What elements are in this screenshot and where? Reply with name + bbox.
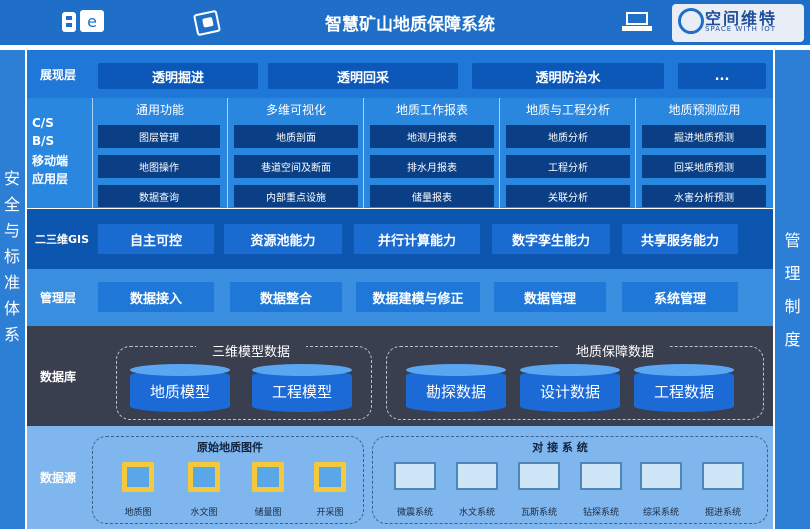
app-column-item: 地质分析 — [506, 125, 630, 148]
app-column-title: 通用功能 — [135, 102, 184, 117]
db-cylinder: 地质模型 — [130, 370, 230, 412]
presentation-layer-label: 展现层 — [39, 67, 76, 82]
app-column-item: 地质剖面 — [234, 125, 358, 148]
monitor-e-icon: e — [80, 10, 104, 32]
left-side-char: 系 — [3, 325, 20, 344]
presentation-item: 透明防治水 — [472, 63, 664, 89]
map-picture-icon — [314, 462, 346, 492]
application-label-line: 移动端 — [32, 154, 69, 168]
management-item: 数据接入 — [98, 282, 214, 312]
gis-layer-label: 二三维GIS — [34, 233, 90, 246]
monitor-icon — [518, 462, 560, 490]
map-picture-icon — [122, 462, 154, 492]
app-column-item: 图层管理 — [98, 125, 220, 148]
app-column-title: 地质工作报表 — [395, 102, 468, 117]
app-column-title: 多维可视化 — [265, 102, 326, 117]
monitor-icon — [456, 462, 498, 490]
right-side-char: 理 — [784, 263, 801, 283]
management-item: 数据整合 — [230, 282, 342, 312]
source-item-label: 综采系统 — [642, 507, 679, 518]
db-cylinder: 勘探数据 — [406, 370, 506, 412]
app-column-item: 储量报表 — [370, 185, 494, 207]
management-item: 系统管理 — [622, 282, 738, 312]
source-item-label: 地质图 — [124, 507, 152, 518]
app-column-item: 数据查询 — [98, 185, 220, 207]
source-item-label: 微震系统 — [396, 507, 433, 518]
app-column-title: 地质预测应用 — [668, 102, 741, 117]
left-side-char: 与 — [3, 221, 20, 240]
app-column-item: 排水月报表 — [370, 155, 494, 178]
source-item-label: 水文系统 — [458, 507, 495, 518]
gis-item: 共享服务能力 — [622, 224, 738, 254]
db-cylinder-top — [252, 364, 352, 376]
app-column-item: 水害分析预测 — [642, 185, 766, 207]
left-side-char: 准 — [3, 273, 20, 292]
monitor-icon — [394, 462, 436, 490]
presentation-item: ... — [678, 63, 766, 89]
application-label-line: C/S — [32, 116, 54, 130]
presentation-item: 透明回采 — [268, 63, 458, 89]
source-group-title: 原始地质图件 — [197, 441, 263, 454]
server-icon — [62, 12, 76, 32]
app-column-item: 地图操作 — [98, 155, 220, 178]
page-title: 智慧矿山地质保障系统 — [325, 15, 495, 35]
app-column-item: 内部重点设施 — [234, 185, 358, 207]
gis-item: 并行计算能力 — [354, 224, 480, 254]
database-layer-label: 数据库 — [39, 369, 76, 384]
db-cylinder-top — [130, 364, 230, 376]
right-side-char: 度 — [784, 329, 801, 349]
right-side-label: 管 理 制 度 — [775, 222, 810, 354]
app-column-item: 关联分析 — [506, 185, 630, 207]
db-cylinder-top — [634, 364, 734, 376]
map-picture-icon — [188, 462, 220, 492]
app-column-item: 回采地质预测 — [642, 155, 766, 178]
db-cylinder-top — [406, 364, 506, 376]
application-label-line: B/S — [32, 134, 55, 148]
source-item-label: 掘进系统 — [704, 507, 741, 518]
brand-logo-icon — [678, 8, 704, 34]
source-item-label: 水文图 — [190, 507, 218, 518]
application-layer-label: C/S B/S 移动端 应用层 — [32, 116, 92, 188]
management-layer-label: 管理层 — [39, 291, 76, 305]
presentation-item: 透明掘进 — [98, 63, 258, 89]
left-side-char: 全 — [3, 195, 20, 214]
gis-item: 自主可控 — [98, 224, 214, 254]
management-item: 数据建模与修正 — [356, 282, 480, 312]
laptop-icon — [622, 12, 652, 32]
left-side-char: 安 — [3, 169, 20, 188]
map-picture-icon — [252, 462, 284, 492]
db-cylinder: 设计数据 — [520, 370, 620, 412]
right-side-char: 制 — [784, 296, 801, 316]
app-column-item: 掘进地质预测 — [642, 125, 766, 148]
brand-subtitle: SPACE WITH IOT — [705, 25, 777, 33]
db-group-title: 地质保障数据 — [560, 342, 670, 360]
db-cylinder: 工程数据 — [634, 370, 734, 412]
source-item-label: 开采图 — [316, 507, 344, 518]
app-column-item: 巷道空间及断面 — [234, 155, 358, 178]
monitor-icon — [702, 462, 744, 490]
app-column-title: 地质与工程分析 — [525, 102, 610, 117]
management-item: 数据管理 — [494, 282, 606, 312]
application-label-line: 应用层 — [32, 172, 69, 186]
db-group-title: 三维模型数据 — [196, 342, 306, 360]
left-side-char: 体 — [3, 299, 20, 318]
db-cylinder-top — [520, 364, 620, 376]
left-side-label: 安 全 与 标 准 体 系 — [0, 164, 25, 346]
source-item-label: 瓦斯系统 — [520, 507, 557, 518]
datasource-layer-label: 数据源 — [39, 471, 76, 485]
right-side-char: 管 — [784, 230, 801, 250]
left-side-char: 标 — [3, 247, 20, 266]
app-column-item: 地测月报表 — [370, 125, 494, 148]
app-column-item: 工程分析 — [506, 155, 630, 178]
monitor-icon — [580, 462, 622, 490]
source-item-label: 储量图 — [254, 507, 282, 518]
gis-item: 数字孪生能力 — [492, 224, 610, 254]
db-cylinder: 工程模型 — [252, 370, 352, 412]
monitor-icon — [640, 462, 682, 490]
source-item-label: 钻探系统 — [582, 507, 619, 518]
source-group-title: 对 接 系 统 — [532, 441, 588, 454]
gis-item: 资源池能力 — [224, 224, 342, 254]
